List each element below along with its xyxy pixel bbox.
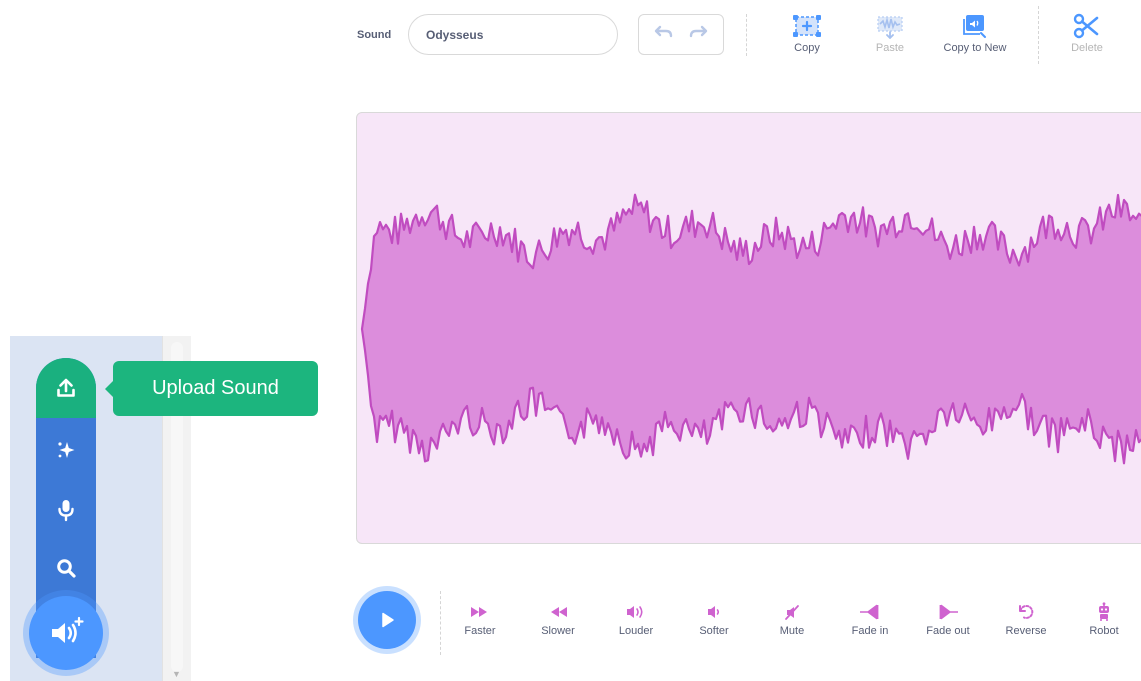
effect-reverse-button[interactable]: Reverse	[991, 599, 1061, 637]
robot-icon	[1099, 602, 1109, 621]
redo-icon	[689, 25, 708, 38]
softer-icon	[708, 606, 720, 618]
waveform-shape	[360, 193, 1141, 465]
sound-name-label: Sound	[357, 29, 392, 41]
mute-icon	[785, 605, 799, 620]
fade-out-icon	[939, 604, 958, 620]
effect-fade-out-button[interactable]: Fade out	[913, 599, 983, 637]
effect-reverse-label: Reverse	[1005, 625, 1047, 637]
delete-label: Delete	[1071, 42, 1103, 54]
delete-button[interactable]: Delete	[1047, 10, 1127, 54]
fade-in-icon	[860, 604, 879, 620]
copy-to-new-icon	[963, 15, 986, 38]
paste-icon	[877, 16, 903, 39]
paste-button[interactable]: Paste	[850, 10, 930, 54]
sparkle-icon	[58, 442, 75, 458]
upload-sound-tooltip: Upload Sound	[105, 361, 318, 416]
effect-robot-label: Robot	[1089, 625, 1119, 637]
effect-mute-label: Mute	[779, 625, 805, 637]
undo-redo-group	[638, 14, 724, 55]
undo-icon	[654, 25, 673, 38]
record-sound-button[interactable]	[36, 480, 96, 540]
sound-editor: ▼ Upload Sound Sound Odysseus Copy Paste…	[0, 0, 1141, 681]
search-icon	[57, 559, 76, 578]
sound-name-input[interactable]	[408, 14, 618, 55]
copy-icon	[793, 15, 821, 37]
surprise-sound-button[interactable]	[36, 420, 96, 480]
copy-label: Copy	[794, 42, 820, 54]
effects-divider	[440, 591, 441, 655]
effect-mute-button[interactable]: Mute	[757, 599, 827, 637]
scissors-icon	[1073, 13, 1099, 39]
effect-faster-button[interactable]: Faster	[445, 599, 515, 637]
microphone-icon	[58, 500, 74, 522]
play-icon	[382, 612, 394, 628]
effect-robot-button[interactable]: Robot	[1069, 599, 1139, 637]
effect-slower-label: Slower	[541, 625, 575, 637]
play-button[interactable]	[358, 591, 416, 649]
waveform	[360, 193, 1141, 465]
add-sound-icon	[52, 616, 84, 643]
copy-to-new-label: Copy to New	[943, 42, 1007, 54]
slower-icon	[551, 607, 567, 617]
add-sound-button[interactable]	[29, 596, 103, 670]
effect-softer-button[interactable]: Softer	[679, 599, 749, 637]
undo-button[interactable]	[654, 25, 674, 44]
scroll-down-arrow-icon[interactable]: ▼	[172, 669, 181, 679]
toolbar-divider	[1038, 6, 1039, 64]
upload-icon	[57, 378, 75, 397]
effect-softer-label: Softer	[699, 625, 729, 637]
toolbar-divider	[746, 14, 747, 56]
effect-louder-button[interactable]: Louder	[601, 599, 671, 637]
louder-icon	[627, 606, 643, 618]
waveform-area[interactable]	[356, 112, 1141, 544]
reverse-icon	[1019, 604, 1034, 619]
faster-icon	[471, 607, 487, 617]
effect-fade-in-label: Fade in	[851, 625, 889, 637]
effect-faster-label: Faster	[464, 625, 496, 637]
effect-fade-out-label: Fade out	[926, 625, 970, 637]
effect-louder-label: Louder	[618, 625, 654, 637]
choose-sound-button[interactable]	[36, 538, 96, 598]
effect-slower-button[interactable]: Slower	[523, 599, 593, 637]
copy-to-new-button[interactable]: Copy to New	[935, 10, 1015, 54]
upload-sound-button[interactable]	[36, 358, 96, 418]
paste-label: Paste	[875, 42, 905, 54]
copy-button[interactable]: Copy	[767, 10, 847, 54]
redo-button[interactable]	[688, 25, 708, 44]
effect-fade-in-button[interactable]: Fade in	[835, 599, 905, 637]
